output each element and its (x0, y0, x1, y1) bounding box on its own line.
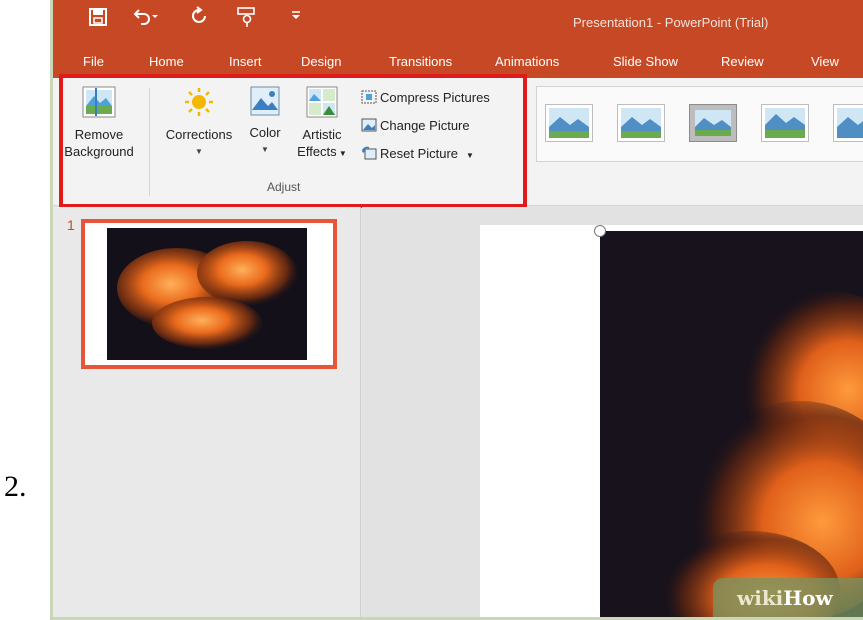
slide-editing-area (362, 207, 863, 620)
picture-style-thumb[interactable] (545, 104, 593, 142)
tab-insert[interactable]: Insert (229, 54, 262, 69)
picture-styles-gallery[interactable] (536, 86, 863, 162)
tab-animations[interactable]: Animations (495, 54, 559, 69)
powerpoint-screenshot: Presentation1 - PowerPoint (Trial) File … (50, 0, 863, 620)
step-number: 2. (4, 470, 27, 503)
slide-thumbnails-pane: 1 (53, 207, 361, 617)
slide-number: 1 (67, 217, 75, 233)
wikihow-logo-how: How (783, 586, 833, 610)
picture-style-thumb[interactable] (833, 104, 863, 142)
wikihow-logo: wikiHow (737, 586, 833, 610)
tab-review[interactable]: Review (721, 54, 764, 69)
undo-icon[interactable] (133, 6, 159, 30)
resize-handle[interactable] (594, 225, 606, 237)
picture-style-thumb[interactable] (761, 104, 809, 142)
slide-canvas[interactable] (480, 225, 863, 620)
wikihow-watermark: wikiHow (713, 578, 863, 617)
slide-thumbnail-image (107, 228, 307, 360)
slide-picture[interactable] (600, 231, 863, 620)
tab-design[interactable]: Design (301, 54, 341, 69)
window-title: Presentation1 - PowerPoint (Trial) (573, 15, 769, 30)
slide-thumbnail[interactable] (81, 219, 337, 369)
customize-qat-icon[interactable] (291, 9, 301, 23)
touch-mode-icon[interactable] (236, 6, 258, 32)
tab-transitions[interactable]: Transitions (389, 54, 452, 69)
picture-style-thumb[interactable] (689, 104, 737, 142)
adjust-group-highlight (59, 74, 527, 208)
tab-file[interactable]: File (83, 54, 104, 69)
tab-view[interactable]: View (811, 54, 839, 69)
wikihow-logo-wiki: wiki (737, 586, 784, 610)
tab-home[interactable]: Home (149, 54, 184, 69)
tab-slide-show[interactable]: Slide Show (613, 54, 678, 69)
title-bar: Presentation1 - PowerPoint (Trial) (53, 0, 863, 46)
redo-icon[interactable] (190, 6, 208, 30)
picture-style-thumb[interactable] (617, 104, 665, 142)
save-icon[interactable] (89, 8, 107, 30)
